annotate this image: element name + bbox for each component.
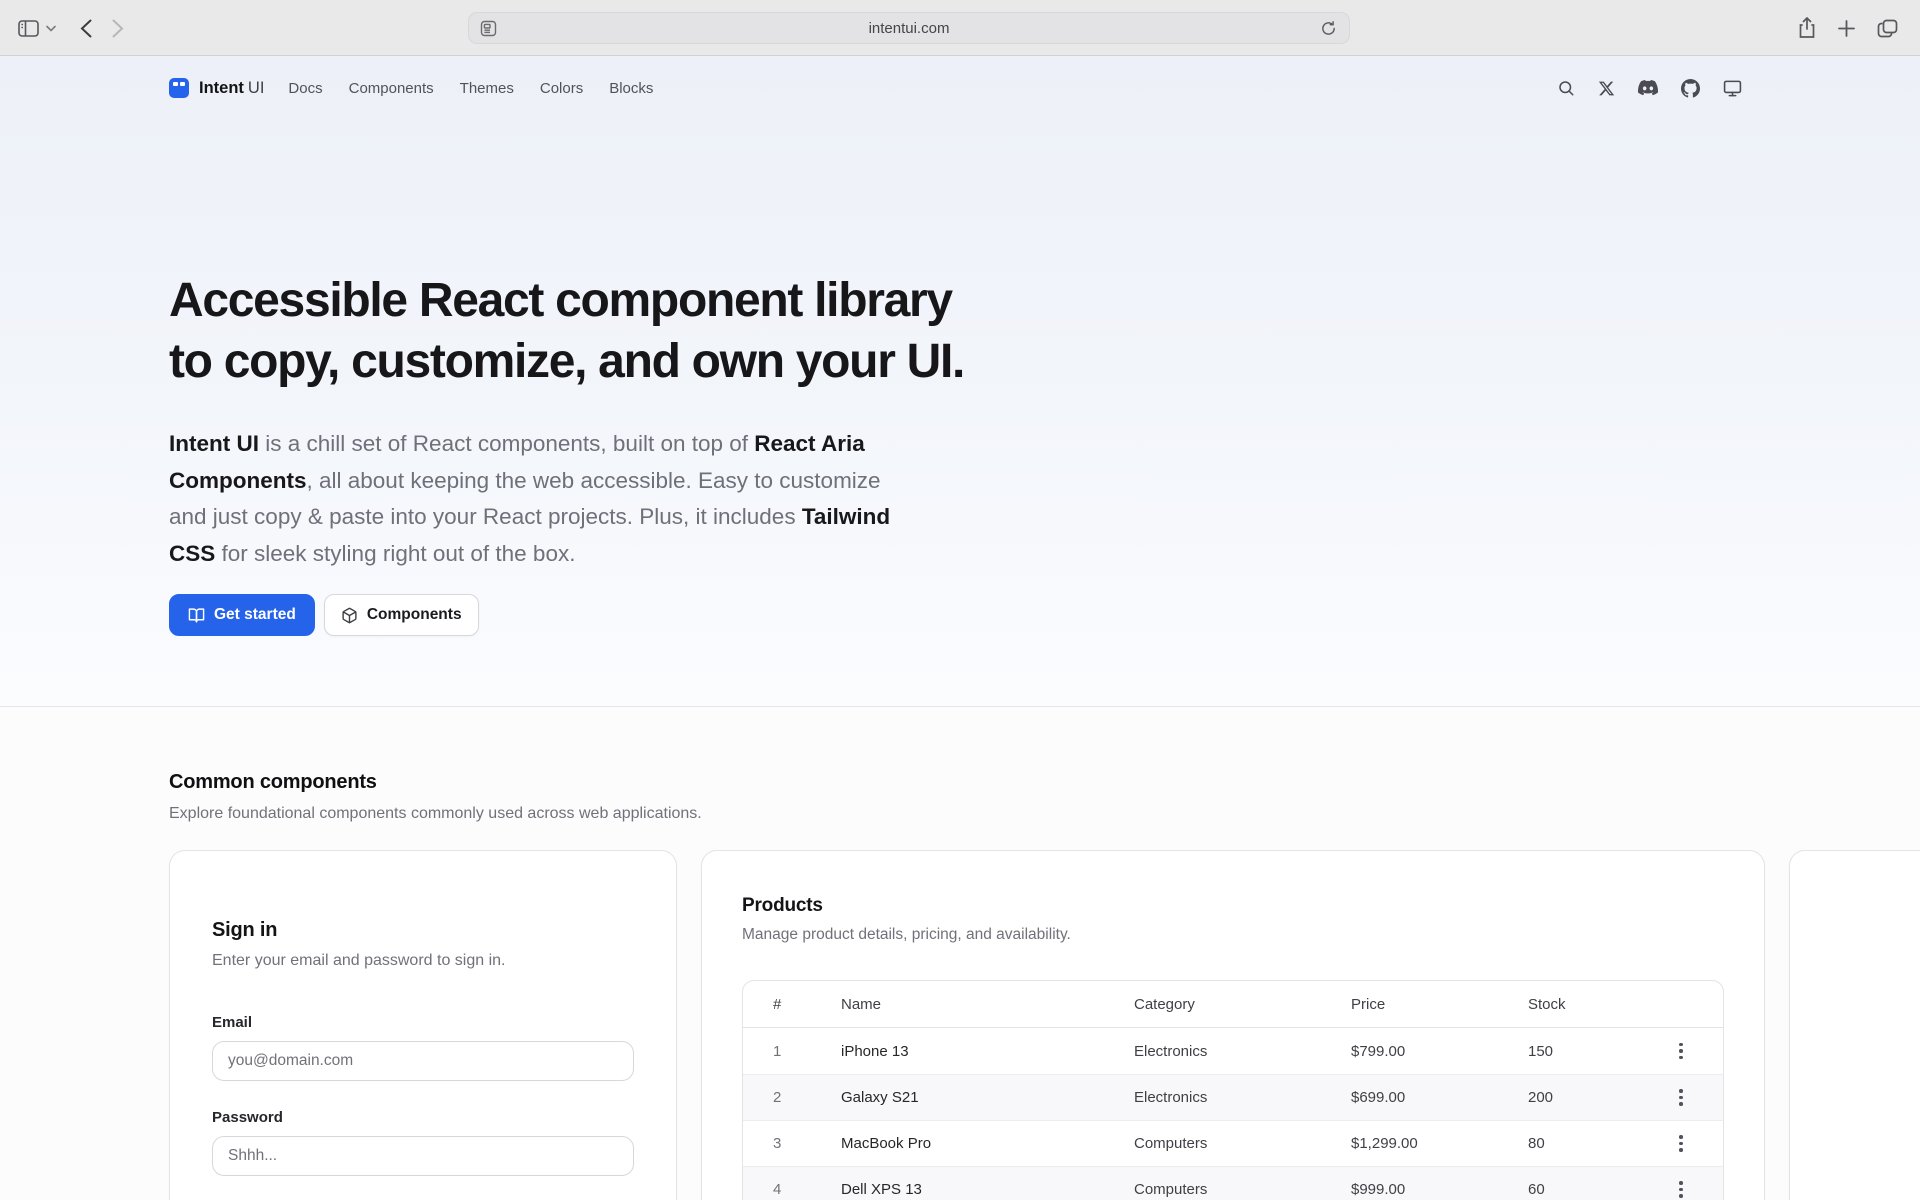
package-cube-icon [341,607,358,624]
password-label: Password [212,1109,634,1126]
x-twitter-icon [1598,80,1615,97]
email-label: Email [212,1014,634,1031]
email-field-group: Email [212,1014,634,1081]
row-actions-menu-button[interactable] [1667,1176,1695,1200]
discord-icon [1638,80,1658,96]
signin-title: Sign in [212,919,634,942]
table-row[interactable]: 4 Dell XPS 13 Computers $999.00 60 [743,1166,1723,1200]
search-icon [1557,79,1575,97]
hero-description: Intent UI is a chill set of React compon… [169,426,909,572]
section-subtitle: Explore foundational components commonly… [169,805,1920,823]
share-icon [1798,17,1816,39]
reload-icon[interactable] [1320,20,1337,42]
password-field[interactable] [212,1136,634,1176]
column-header-id[interactable]: # [773,996,841,1013]
column-header-stock[interactable]: Stock [1528,996,1667,1013]
table-header-row: # Name Category Price Stock [743,981,1723,1028]
column-header-category[interactable]: Category [1134,996,1351,1013]
share-button[interactable] [1798,17,1816,39]
monitor-icon [1723,79,1742,98]
section-title: Common components [169,771,1920,794]
hero-section: IntentUI Docs Components Themes Colors B… [0,56,1920,707]
email-field[interactable] [212,1041,634,1081]
forward-button[interactable] [112,19,124,38]
theme-toggle-button[interactable] [1723,79,1742,98]
table-row[interactable]: 3 MacBook Pro Computers $1,299.00 80 [743,1120,1723,1166]
tabs-icon [1877,19,1898,38]
x-twitter-button[interactable] [1598,80,1615,97]
nav-link-docs[interactable]: Docs [288,80,322,97]
sidebar-toggle-button[interactable] [18,20,39,37]
nav-link-themes[interactable]: Themes [460,80,514,97]
url-text: intentui.com [469,20,1349,37]
table-row[interactable]: 1 iPhone 13 Electronics $799.00 150 [743,1028,1723,1074]
column-header-name[interactable]: Name [841,996,1134,1013]
sidebar-icon [18,20,39,37]
nav-link-components[interactable]: Components [349,80,434,97]
products-subtitle: Manage product details, pricing, and ava… [742,926,1724,944]
browser-toolbar: intentui.com [0,0,1920,56]
table-row[interactable]: 2 Galaxy S21 Electronics $699.00 200 [743,1074,1723,1120]
tab-overview-button[interactable] [1877,19,1898,38]
get-started-button[interactable]: Get started [169,594,315,636]
intent-ui-logo-icon [169,78,189,98]
new-tab-button[interactable] [1838,20,1855,37]
book-open-icon [188,607,205,624]
github-icon [1681,79,1700,98]
toolbar-right-group [1798,0,1898,56]
products-table: # Name Category Price Stock 1 iPhone 13 … [742,980,1724,1200]
brand-logo-link[interactable]: IntentUI [169,78,264,98]
navbar-icons [1557,79,1742,98]
products-card: Products Manage product details, pricing… [701,850,1765,1200]
signin-subtitle: Enter your email and password to sign in… [212,952,634,970]
plus-icon [1838,20,1855,37]
search-button[interactable] [1557,79,1575,97]
column-header-price[interactable]: Price [1351,996,1528,1013]
products-title: Products [742,895,1724,917]
navbar: IntentUI Docs Components Themes Colors B… [169,56,1920,120]
github-button[interactable] [1681,79,1700,98]
navbar-links: IntentUI Docs Components Themes Colors B… [169,78,653,98]
discord-button[interactable] [1638,80,1658,96]
row-actions-menu-button[interactable] [1667,1084,1695,1112]
hero-heading: Accessible React component library to co… [169,270,1920,392]
reader-view-icon[interactable] [480,20,497,42]
signin-card: Sign in Enter your email and password to… [169,850,677,1200]
chevron-down-icon[interactable] [46,19,56,37]
components-button[interactable]: Components [324,594,479,636]
toolbar-left-group [18,0,124,56]
component-cards-row: Sign in Enter your email and password to… [169,850,1920,1200]
nav-link-colors[interactable]: Colors [540,80,583,97]
address-bar[interactable]: intentui.com [468,12,1350,44]
password-field-group: Password [212,1109,634,1176]
nav-link-blocks[interactable]: Blocks [609,80,653,97]
row-actions-menu-button[interactable] [1667,1037,1695,1065]
brand-name: IntentUI [199,79,264,98]
common-components-section: Common components Explore foundational c… [0,707,1920,1200]
cta-row: Get started Components [169,594,1920,636]
row-actions-menu-button[interactable] [1667,1130,1695,1158]
page: IntentUI Docs Components Themes Colors B… [0,56,1920,1200]
next-component-card [1789,850,1920,1200]
back-button[interactable] [80,19,92,38]
